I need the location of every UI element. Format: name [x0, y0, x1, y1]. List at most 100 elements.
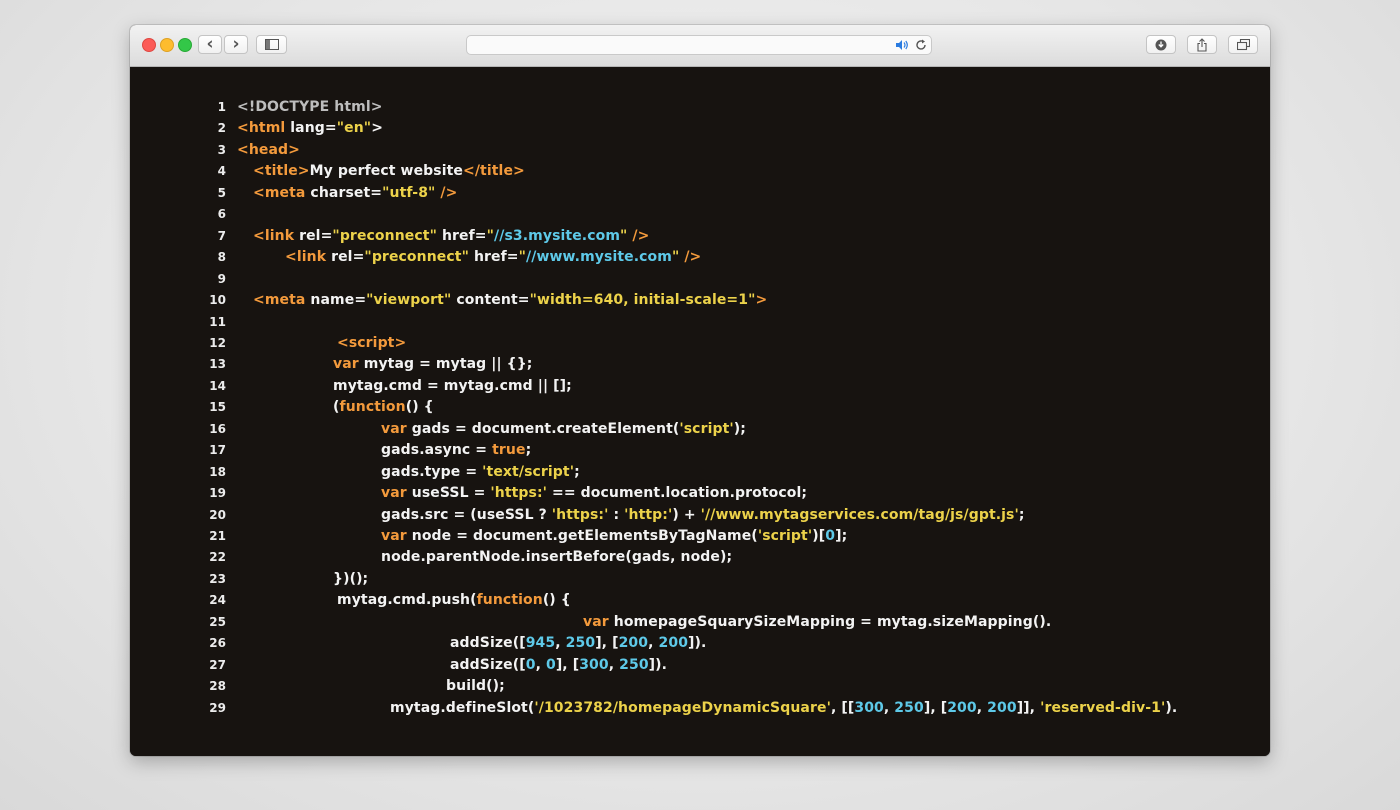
code-text: mytag.cmd = mytag.cmd || []; — [333, 376, 572, 397]
code-token: ]). — [648, 657, 668, 673]
code-token: 200 — [618, 635, 649, 651]
code-token: /> — [435, 185, 458, 201]
code-token: 250 — [894, 700, 924, 716]
code-token: '/1023782/homepageDynamicSquare' — [534, 700, 831, 716]
code-token: 300 — [854, 700, 884, 716]
code-text: (function() { — [333, 397, 434, 418]
code-text: var homepageSquarySizeMapping = mytag.si… — [583, 612, 1051, 633]
line-number: 7 — [217, 229, 226, 243]
code-token: > — [371, 120, 384, 136]
back-button[interactable]: ‹ — [198, 35, 222, 54]
code-line: 15 (function() { — [130, 397, 1270, 418]
code-text: <meta name="viewport" content="width=640… — [253, 290, 767, 311]
code-token: " — [518, 249, 527, 265]
share-icon — [1197, 37, 1207, 52]
code-token: node = document.getElementsByTagName( — [406, 528, 758, 544]
code-token: 250 — [619, 657, 649, 673]
code-token: <head> — [237, 142, 300, 158]
browser-toolbar: ‹ › — [130, 25, 1270, 67]
code-line: 14 mytag.cmd = mytag.cmd || []; — [130, 376, 1270, 397]
show-tabs-button[interactable] — [1228, 35, 1258, 54]
line-number: 26 — [209, 636, 226, 650]
line-number: 5 — [217, 186, 226, 200]
line-number: 12 — [209, 336, 226, 350]
downloads-button[interactable] — [1146, 35, 1176, 54]
code-text: var mytag = mytag || {}; — [333, 354, 533, 375]
forward-button[interactable]: › — [224, 35, 248, 54]
code-token: var — [381, 485, 407, 501]
code-token: , — [648, 635, 659, 651]
code-token: 0 — [525, 657, 536, 673]
code-token: <script> — [337, 335, 407, 351]
code-token: ); — [733, 421, 746, 437]
code-token: ; — [525, 442, 532, 458]
code-line: 4 <title>My perfect website</title> — [130, 161, 1270, 182]
code-token: 945 — [525, 635, 556, 651]
volume-icon[interactable] — [895, 39, 909, 54]
code-text: <script> — [337, 333, 406, 354]
code-text: build(); — [446, 676, 505, 697]
code-token: 'script' — [757, 528, 813, 544]
code-token: 'https:' — [490, 485, 548, 501]
code-text: <link rel="preconnect" href="//s3.mysite… — [253, 226, 649, 247]
code-token: 'script' — [679, 421, 734, 437]
code-token: ], [ — [595, 635, 619, 651]
code-token: node.parentNode.insertBefore(gads, node)… — [381, 549, 733, 565]
code-token: <link — [253, 228, 295, 244]
code-text: <meta charset="utf-8" /> — [253, 183, 457, 204]
code-token: mytag.cmd = mytag.cmd || []; — [333, 378, 572, 394]
reload-icon[interactable] — [915, 39, 927, 54]
close-window-button[interactable] — [142, 38, 156, 52]
code-token: , — [608, 657, 620, 673]
code-token: , [[ — [830, 700, 855, 716]
code-token: 200 — [987, 700, 1017, 716]
code-line: 12 <script> — [130, 333, 1270, 354]
code-text: var node = document.getElementsByTagName… — [381, 526, 847, 547]
code-line: 17 gads.async = true; — [130, 440, 1270, 461]
code-token: href= — [468, 249, 519, 265]
zoom-window-button[interactable] — [178, 38, 192, 52]
code-text: <head> — [237, 140, 300, 161]
line-number: 25 — [209, 615, 226, 629]
line-number: 15 — [209, 400, 226, 414]
address-bar[interactable] — [466, 35, 932, 55]
minimize-window-button[interactable] — [160, 38, 174, 52]
code-token: '//www.mytagservices.com/tag/js/gpt.js' — [700, 507, 1019, 523]
code-line: 6 — [130, 204, 1270, 225]
code-token: /> — [679, 249, 702, 265]
code-text: gads.async = true; — [381, 440, 531, 461]
code-line: 24 mytag.cmd.push(function() { — [130, 590, 1270, 611]
code-token: ) + — [672, 507, 701, 523]
sidebar-button[interactable] — [256, 35, 287, 54]
code-token: gads.async = — [381, 442, 493, 458]
code-token: ). — [1165, 700, 1178, 716]
line-number: 9 — [217, 272, 226, 286]
code-text: node.parentNode.insertBefore(gads, node)… — [381, 547, 732, 568]
line-number: 17 — [209, 443, 226, 457]
code-token: homepageSquarySizeMapping = mytag.sizeMa… — [608, 614, 1052, 630]
code-token: 250 — [565, 635, 596, 651]
code-line: 23})(); — [130, 569, 1270, 590]
line-number: 21 — [209, 529, 226, 543]
code-token: /> — [627, 228, 650, 244]
code-text: gads.src = (useSSL ? 'https:' : 'http:')… — [381, 505, 1025, 526]
code-token: "utf-8" — [382, 185, 436, 201]
code-token: 'https:' — [551, 507, 609, 523]
code-token: addSize([ — [450, 657, 526, 673]
browser-window: ‹ › 1 <!DOCTYPE html> 2 <html lang="en">… — [130, 25, 1270, 756]
code-text: var gads = document.createElement('scrip… — [381, 419, 746, 440]
line-number: 16 — [209, 422, 226, 436]
code-line: 10 <meta name="viewport" content="width=6… — [130, 290, 1270, 311]
share-button[interactable] — [1187, 35, 1217, 54]
code-token: 200 — [658, 635, 689, 651]
code-line: 7 <link rel="preconnect" href="//s3.mysit… — [130, 226, 1270, 247]
code-token: name= — [305, 292, 367, 308]
code-token: () { — [405, 399, 434, 415]
code-line: 25 var homepageSquarySizeMapping = mytag.… — [130, 612, 1270, 633]
code-line: 3 <head> — [130, 140, 1270, 161]
code-token: <title> — [253, 163, 310, 179]
code-text: mytag.cmd.push(function() { — [337, 590, 571, 611]
code-token: "en" — [336, 120, 372, 136]
line-number: 27 — [209, 658, 226, 672]
line-number: 8 — [217, 250, 226, 264]
